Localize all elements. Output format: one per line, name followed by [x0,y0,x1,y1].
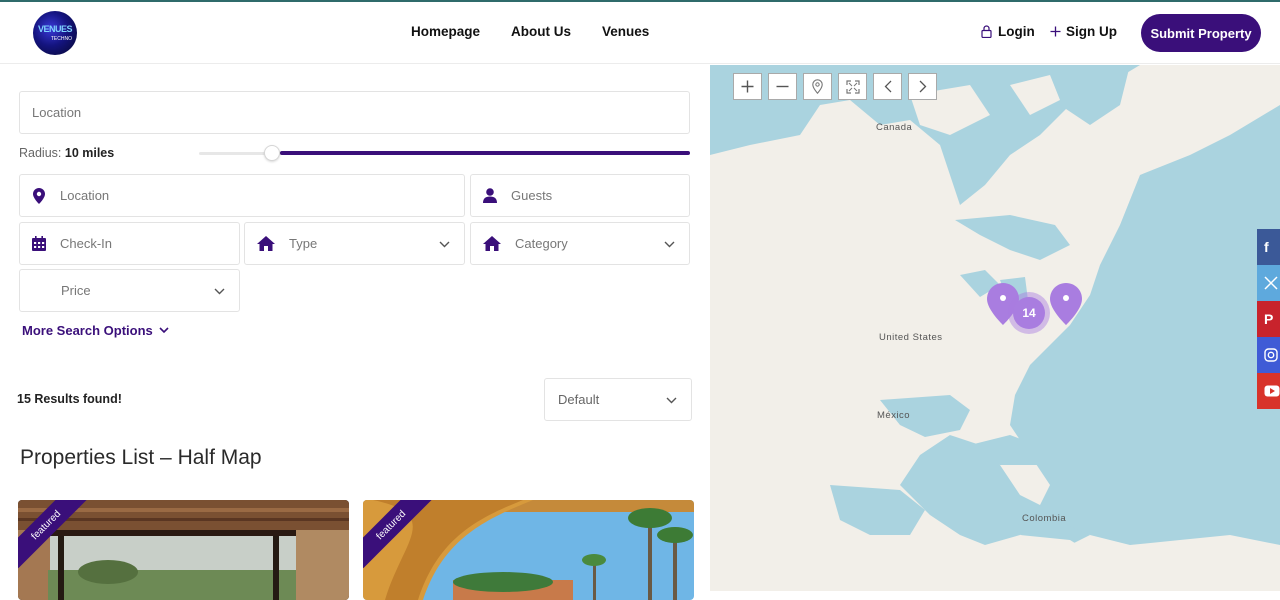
youtube-share-button[interactable] [1257,373,1280,409]
page-title: Properties List – Half Map [20,446,262,469]
radius-label: Radius: 10 miles [19,146,114,160]
pinterest-share-button[interactable]: P [1257,301,1280,337]
more-search-options-label: More Search Options [22,323,153,338]
category-label: Category [515,236,568,251]
radius-value: 10 miles [64,146,115,160]
fullscreen-button[interactable] [838,73,867,100]
map-view[interactable]: Canada United States México Colombia 14 [710,65,1280,591]
zoom-out-button[interactable] [768,73,797,100]
radius-slider-handle[interactable] [264,145,280,161]
chevron-down-icon [664,236,675,251]
calendar-icon [31,236,47,252]
fullscreen-icon [845,79,860,94]
map-label-colombia: Colombia [1022,513,1067,524]
previous-marker-button[interactable] [873,73,902,100]
chevron-down-icon [439,236,450,251]
chevron-right-icon [919,80,926,93]
site-header: VENUES TECHNO Homepage About Us Venues L… [0,2,1280,64]
check-in-field[interactable]: Check-In [19,222,240,265]
chevron-down-icon [666,392,677,407]
category-select[interactable]: Category [470,222,690,265]
sort-select[interactable]: Default [544,378,692,421]
home-icon [256,236,276,252]
results-count: 15 Results found! [17,392,122,406]
plus-icon [1050,26,1061,37]
chevron-down-icon [159,327,169,334]
property-card[interactable]: featured [363,500,694,600]
marker-cluster[interactable]: 14 [1008,292,1050,334]
cluster-count: 14 [1013,297,1045,329]
facebook-share-button[interactable]: f [1257,229,1280,265]
search-panel: Location Radius: 10 miles Location Guest… [0,65,710,600]
location-field[interactable]: Location [19,174,465,217]
type-label: Type [289,236,318,251]
user-icon [482,188,498,204]
location-pin-icon [812,79,823,94]
signup-link[interactable]: Sign Up [1050,24,1117,39]
submit-property-button[interactable]: Submit Property [1141,14,1261,52]
chevron-left-icon [884,80,891,93]
nav-about-us[interactable]: About Us [511,24,571,39]
location-search-input[interactable]: Location [19,91,690,134]
next-marker-button[interactable] [908,73,937,100]
site-logo[interactable]: VENUES TECHNO [33,11,77,55]
zoom-in-button[interactable] [733,73,762,100]
logo-text: VENUES [37,24,73,34]
map-pin-icon [31,187,47,204]
instagram-share-button[interactable] [1257,337,1280,373]
map-marker-icon[interactable] [1049,282,1083,326]
pinterest-icon: P [1264,311,1274,327]
x-share-button[interactable] [1257,265,1280,301]
sort-value: Default [558,392,600,407]
check-in-placeholder: Check-In [60,236,113,251]
nav-venues[interactable]: Venues [602,24,649,39]
my-location-button[interactable] [803,73,832,100]
map-base [710,65,1280,591]
login-label: Login [998,24,1035,39]
signup-label: Sign Up [1066,24,1117,39]
location-field-placeholder: Location [60,188,110,203]
guests-field[interactable]: Guests [470,174,690,217]
lock-icon [981,25,992,38]
instagram-icon [1264,348,1278,362]
radius-slider-fill [280,151,690,155]
map-label-canada: Canada [876,122,913,133]
facebook-icon: f [1264,239,1269,255]
map-label-united-states: United States [879,332,943,343]
more-search-options-link[interactable]: More Search Options [22,323,169,338]
nav-homepage[interactable]: Homepage [411,24,480,39]
price-select[interactable]: Price [19,269,240,312]
chevron-down-icon [214,283,225,298]
radius-label-text: Radius: [19,146,62,160]
minus-icon [776,85,789,88]
home-icon [482,236,502,252]
location-placeholder: Location [32,105,82,120]
map-label-mexico: México [877,410,911,421]
plus-icon [741,80,754,93]
logo-subtext: TECHNO [50,36,72,42]
guests-placeholder: Guests [511,188,553,203]
property-card[interactable]: featured [18,500,349,600]
login-link[interactable]: Login [981,24,1035,39]
price-label: Price [61,283,91,298]
x-icon [1264,276,1278,290]
type-select[interactable]: Type [244,222,465,265]
youtube-icon [1264,385,1280,397]
